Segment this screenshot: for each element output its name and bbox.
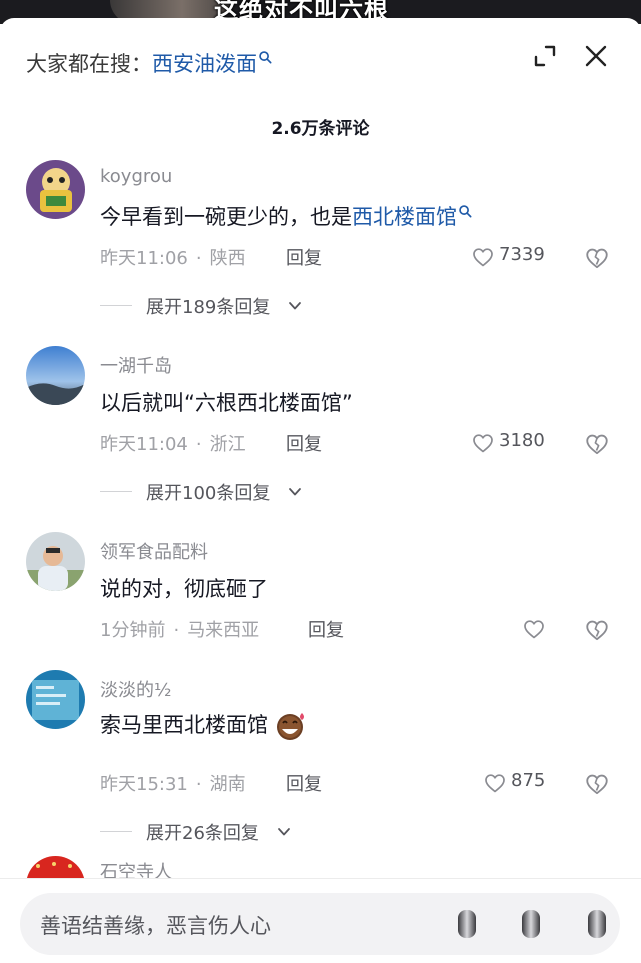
comment-text-plain: 索马里西北楼面馆 bbox=[100, 713, 268, 737]
comment-username[interactable]: 领军食品配料 bbox=[100, 538, 208, 564]
heart-icon bbox=[473, 248, 493, 267]
dislike-icon[interactable] bbox=[584, 617, 610, 643]
avatar[interactable] bbox=[26, 670, 85, 729]
heart-icon bbox=[485, 774, 505, 793]
divider bbox=[100, 305, 132, 306]
expand-replies-label: 展开189条回复 bbox=[146, 297, 271, 318]
comment-item: 石空寺人 bbox=[0, 854, 641, 878]
comment-text: 以后就叫“六根西北楼面馆” bbox=[100, 391, 353, 415]
divider bbox=[100, 491, 132, 492]
dislike-icon[interactable] bbox=[584, 431, 610, 457]
like-count: 3180 bbox=[499, 430, 545, 451]
dislike-icon[interactable] bbox=[584, 245, 610, 271]
comment-meta: 昨天11:04 · 浙江 bbox=[100, 434, 246, 455]
comment-location: 湖南 bbox=[209, 774, 246, 795]
comment-meta: 昨天11:06 · 陕西 bbox=[100, 248, 246, 269]
reply-button[interactable]: 回复 bbox=[286, 430, 322, 456]
avatar[interactable] bbox=[26, 160, 85, 219]
laughing-sweat-emoji bbox=[276, 713, 304, 740]
expand-replies-button[interactable]: 展开100条回复 bbox=[100, 479, 320, 505]
reply-button[interactable]: 回复 bbox=[286, 770, 322, 796]
divider bbox=[100, 831, 132, 832]
reply-button[interactable]: 回复 bbox=[308, 616, 344, 642]
emoji-icon[interactable] bbox=[586, 908, 608, 940]
reply-button[interactable]: 回复 bbox=[286, 244, 322, 270]
comment-input-placeholder: 善语结善缘，恶言伤人心 bbox=[40, 914, 271, 938]
chevron-down-icon bbox=[289, 302, 301, 310]
heart-icon bbox=[524, 620, 544, 639]
avatar[interactable] bbox=[26, 346, 85, 405]
comment-time: 1分钟前 bbox=[100, 620, 166, 641]
comment-count: 2.6万条评论 bbox=[271, 119, 370, 139]
expand-replies-button[interactable]: 展开26条回复 bbox=[100, 819, 320, 845]
comment-meta: 昨天15:31 · 湖南 bbox=[100, 774, 246, 795]
like-count: 875 bbox=[511, 770, 546, 791]
avatar[interactable] bbox=[26, 532, 85, 591]
comment-location: 陕西 bbox=[209, 248, 246, 269]
close-icon[interactable] bbox=[582, 42, 610, 70]
image-icon[interactable] bbox=[520, 908, 542, 940]
like-count: 7339 bbox=[499, 244, 545, 265]
comment-text: 说的对，彻底砸了 bbox=[100, 577, 268, 601]
heart-icon bbox=[473, 434, 493, 453]
comment-text: 今早看到一碗更少的，也是西北楼面馆 bbox=[100, 201, 473, 231]
expand-replies-label: 展开100条回复 bbox=[146, 483, 271, 504]
comment-text: 索马里西北楼面馆 bbox=[100, 709, 309, 741]
search-suggestion-keyword[interactable]: 西安油泼面 bbox=[152, 52, 257, 76]
at-mention-icon[interactable] bbox=[456, 908, 478, 940]
like-button[interactable] bbox=[522, 616, 548, 642]
comments-sheet: 大家都在搜：西安油泼面 2.6万条评论 koygrou 今早看到一碗更少的，也是… bbox=[0, 18, 641, 963]
comment-text-plain: 今早看到一碗更少的，也是 bbox=[100, 205, 352, 229]
comment-location: 浙江 bbox=[209, 434, 246, 455]
expand-replies-button[interactable]: 展开189条回复 bbox=[100, 293, 320, 319]
comment-meta: 1分钟前 · 马来西亚 bbox=[100, 620, 260, 641]
comment-time: 昨天15:31 bbox=[100, 774, 188, 795]
chevron-down-icon bbox=[278, 828, 290, 836]
comment-time: 昨天11:06 bbox=[100, 248, 188, 269]
comment-input-bar: 善语结善缘，恶言伤人心 bbox=[0, 878, 641, 963]
comment-username[interactable]: koygrou bbox=[100, 166, 172, 187]
comment-search-link[interactable]: 西北楼面馆 bbox=[352, 205, 457, 229]
chevron-down-icon bbox=[289, 488, 301, 496]
comment-time: 昨天11:04 bbox=[100, 434, 188, 455]
comment-username[interactable]: 淡淡的½ bbox=[100, 676, 171, 702]
comment-username[interactable]: 石空寺人 bbox=[100, 858, 172, 878]
search-icon bbox=[259, 51, 272, 64]
search-suggestion[interactable]: 大家都在搜：西安油泼面 bbox=[26, 48, 273, 78]
comment-username[interactable]: 一湖千岛 bbox=[100, 352, 172, 378]
search-suggestion-prefix: 大家都在搜： bbox=[26, 52, 152, 76]
avatar[interactable] bbox=[26, 856, 85, 878]
dislike-icon[interactable] bbox=[584, 771, 610, 797]
search-icon bbox=[459, 205, 472, 218]
expand-icon[interactable] bbox=[531, 42, 559, 70]
comment-input[interactable]: 善语结善缘，恶言伤人心 bbox=[20, 893, 620, 955]
expand-replies-label: 展开26条回复 bbox=[146, 823, 259, 844]
comment-location: 马来西亚 bbox=[187, 620, 260, 641]
